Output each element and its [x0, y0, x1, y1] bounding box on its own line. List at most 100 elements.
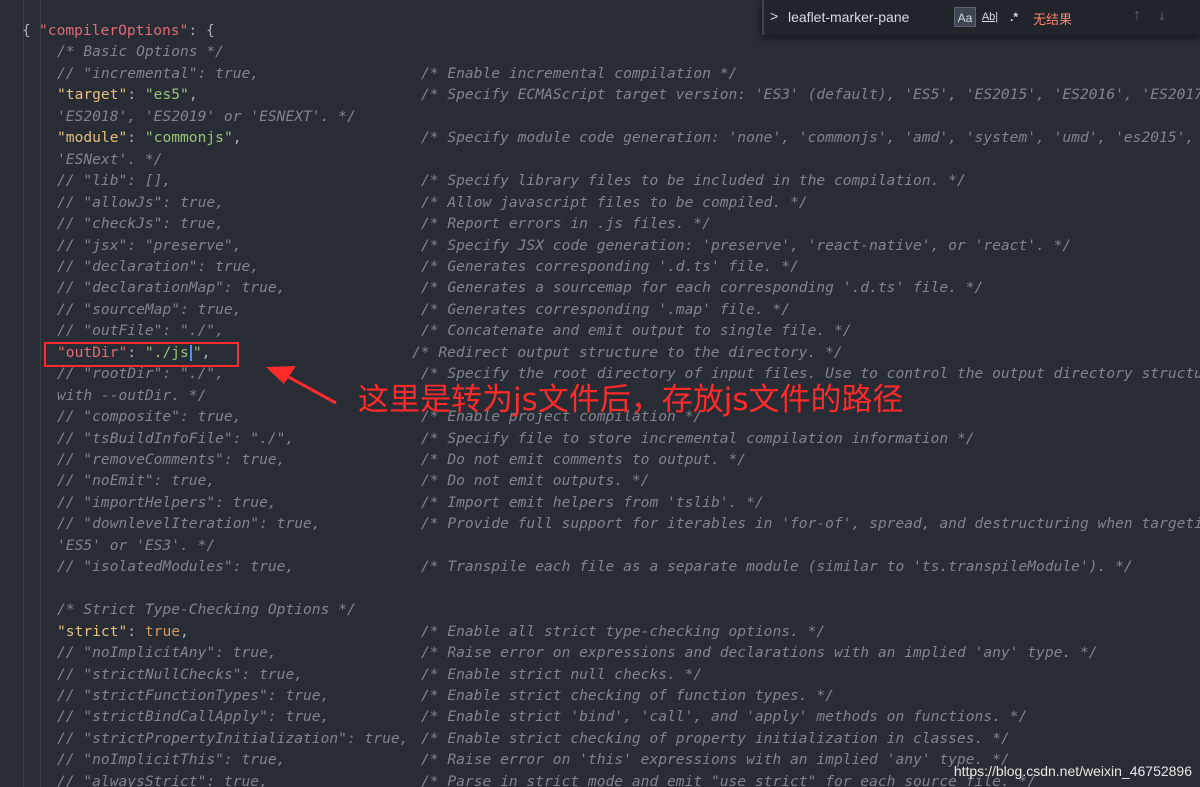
find-input[interactable]: leaflet-marker-pane [788, 9, 909, 25]
code-token: , [180, 622, 189, 640]
code-token: "compilerOptions" [39, 22, 189, 39]
code-line: // "importHelpers": true, /* Import emit … [0, 492, 1200, 513]
code-comment: /* Specify file to store incremental com… [421, 429, 975, 447]
code-line: // "isolatedModules": true, /* Transpile … [0, 556, 1200, 577]
code-comment: /* Concatenate and emit output to single… [421, 322, 852, 340]
code-text: 'ES5' or 'ES3'. */ [57, 535, 215, 556]
code-line: 'ES5' or 'ES3'. */ [0, 535, 1200, 556]
code-text: // "composite": true, [57, 406, 242, 427]
code-line: // "strictBindCallApply": true, /* Enable… [0, 706, 1200, 727]
toggle-replace-chevron-icon[interactable]: > [770, 8, 778, 24]
code-comment: /* Raise error on expressions and declar… [421, 644, 1098, 662]
code-token: : [188, 22, 206, 39]
code-comment: /* Do not emit comments to output. */ [421, 451, 747, 468]
code-text: // "strictFunctionTypes": true, [57, 685, 329, 706]
code-text: /* Basic Options */ [57, 41, 224, 62]
match-case-toggle[interactable]: Aa [954, 7, 976, 27]
code-line: // "outFile": "./", /* Concatenate and em… [0, 320, 1200, 341]
code-text: // "noImplicitThis": true, [57, 749, 285, 770]
code-token: true [144, 622, 181, 640]
code-text: // "declarationMap": true, [57, 277, 285, 298]
code-text: "module": "commonjs", [57, 127, 242, 148]
code-text: // "strictBindCallApply": true, [57, 706, 329, 727]
code-token: // "strictNullChecks": true, [57, 665, 304, 683]
code-token: // "composite": true, [57, 408, 242, 426]
code-text: // "strictPropertyInitialization": true, [57, 728, 408, 749]
code-line: // "strictNullChecks": true, /* Enable st… [0, 664, 1200, 685]
code-text: // "alwaysStrict": true, [57, 771, 268, 787]
code-comment: /* Transpile each file as a separate mod… [421, 558, 1133, 576]
code-token: // "rootDir": "./", [57, 365, 224, 383]
code-token: with --outDir. */ [57, 386, 207, 404]
code-text: // "strictNullChecks": true, [57, 664, 303, 685]
code-token: "module" [57, 129, 128, 147]
next-match-icon[interactable]: ↓ [1158, 7, 1166, 25]
code-token: // "incremental": true, [57, 64, 260, 82]
code-comment: /* Specify ECMAScript target version: 'E… [421, 86, 1200, 104]
code-text: 'ESNext'. */ [57, 149, 162, 170]
code-line: // "noEmit": true, /* Do not emit outputs… [0, 470, 1200, 491]
code-token: // "alwaysStrict": true, [57, 772, 268, 787]
find-widget: > leaflet-marker-pane Aa Ab| .* 无结果 ↑ ↓ [762, 0, 1200, 35]
code-line: // "jsx": "preserve", /* Specify JSX code… [0, 235, 1200, 256]
code-token: /* Basic Options */ [57, 43, 224, 61]
code-text: // "allowJs": true, [57, 192, 224, 213]
code-token: "commonjs" [144, 129, 233, 147]
code-token: // "removeComments": true, [57, 451, 286, 468]
code-comment: /* Report errors in .js files. */ [421, 215, 711, 233]
code-comment: /* Specify module code generation: 'none… [421, 129, 1200, 147]
code-text: // "isolatedModules": true, [57, 556, 294, 577]
code-comment: /* Enable all strict type-checking optio… [421, 622, 826, 640]
code-token: 'ES2018', 'ES2019' or 'ESNEXT'. */ [57, 107, 356, 125]
code-token: , [232, 129, 242, 147]
code-comment: /* Enable strict checking of function ty… [421, 686, 834, 704]
code-comment: /* Generates a sourcemap for each corres… [421, 279, 984, 297]
code-comment: /* Specify JSX code generation: 'preserv… [421, 236, 1072, 254]
code-token: "target" [57, 86, 128, 104]
code-text: // "incremental": true, [57, 63, 259, 84]
code-comment: /* Redirect output structure to the dire… [412, 343, 843, 361]
code-token: // "lib": [], [57, 172, 172, 190]
code-line: // "tsBuildInfoFile": "./", /* Specify fi… [0, 428, 1200, 449]
code-text: // "sourceMap": true, [57, 299, 242, 320]
code-token: "es5" [144, 86, 189, 104]
code-text: "strict": true, [57, 621, 189, 642]
code-comment: /* Raise error on 'this' expressions wit… [421, 751, 1010, 769]
regex-toggle[interactable]: .* [1005, 7, 1023, 27]
code-line: /* Strict Type-Checking Options */ [0, 599, 1200, 620]
code-token: // "isolatedModules": true, [57, 558, 295, 576]
code-comment: /* Allow javascript files to be compiled… [421, 193, 808, 211]
code-line: "module": "commonjs", /* Specify module c… [0, 127, 1200, 148]
previous-match-icon[interactable]: ↑ [1133, 7, 1141, 25]
code-token: // "noImplicitThis": true, [57, 751, 286, 769]
code-comment: /* Enable strict checking of property in… [421, 729, 1010, 747]
code-comment: /* Enable strict 'bind', 'call', and 'ap… [421, 708, 1028, 726]
code-line: "target": "es5", /* Specify ECMAScript ta… [0, 84, 1200, 105]
code-token: // "declaration": true, [57, 257, 260, 275]
code-token: , [188, 86, 198, 104]
code-comment: /* Do not emit outputs. */ [421, 472, 650, 490]
code-token: // "downlevelIteration": true, [57, 515, 321, 533]
code-line: // "noImplicitAny": true, /* Raise error … [0, 642, 1200, 663]
watermark: https://blog.csdn.net/weixin_46752896 [953, 763, 1192, 779]
code-line: // "sourceMap": true, /* Generates corres… [0, 299, 1200, 320]
code-text: // "importHelpers": true, [57, 492, 277, 513]
code-text: "compilerOptions": { [39, 20, 215, 41]
code-line: // "incremental": true, /* Enable increme… [0, 63, 1200, 84]
code-token: 'ES5' or 'ES3'. */ [57, 536, 216, 554]
code-text: // "noEmit": true, [57, 470, 215, 491]
code-text: // "noImplicitAny": true, [57, 642, 277, 663]
outdir-highlight-box [44, 342, 239, 367]
code-token: // "jsx": "preserve", [57, 236, 242, 254]
code-line: // "allowJs": true, /* Allow javascript f… [0, 192, 1200, 213]
code-token: // "strictPropertyInitialization": true, [57, 729, 409, 747]
whole-word-toggle[interactable]: Ab| [980, 7, 1000, 27]
find-widget-sash[interactable] [762, 0, 764, 35]
code-line: // "declarationMap": true, /* Generates a… [0, 277, 1200, 298]
code-text: // "jsx": "preserve", [57, 235, 242, 256]
code-token: /* Strict Type-Checking Options */ [57, 601, 356, 619]
code-token: "strict" [57, 622, 128, 640]
code-line: /* Basic Options */ [0, 41, 1200, 62]
code-token: // "sourceMap": true, [57, 300, 242, 318]
